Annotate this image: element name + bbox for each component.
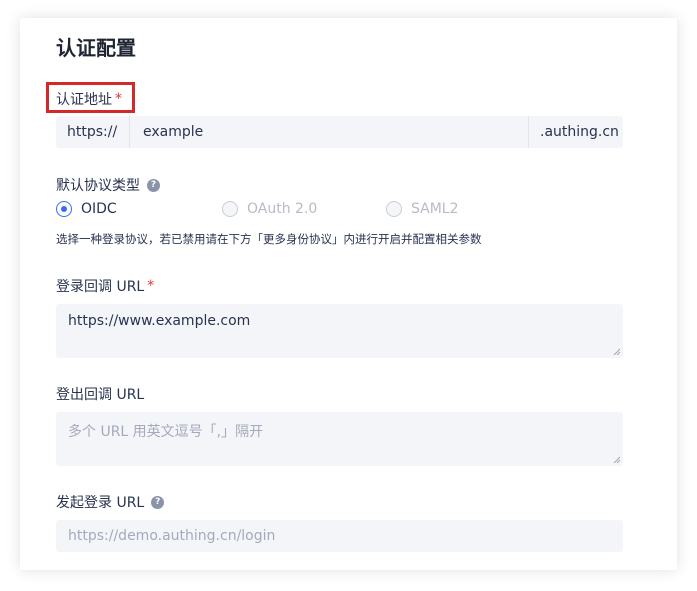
section-title: 认证配置	[56, 36, 136, 60]
login-callback-label: 登录回调 URL *	[56, 276, 154, 296]
resize-handle-icon[interactable]	[613, 456, 620, 463]
resize-handle-icon[interactable]	[613, 348, 620, 355]
initiate-login-label-text: 发起登录 URL	[56, 495, 145, 511]
login-callback-value: https://www.example.com	[68, 313, 251, 329]
logout-callback-placeholder: 多个 URL 用英文逗号「,」隔开	[68, 424, 264, 440]
radio-unchecked-icon	[386, 201, 402, 217]
radio-unchecked-icon	[222, 201, 238, 217]
logout-callback-label-text: 登出回调 URL	[56, 387, 145, 403]
required-mark: *	[115, 91, 122, 107]
url-suffix-addon: .authing.cn	[528, 116, 623, 148]
logout-callback-label: 登出回调 URL	[56, 384, 144, 404]
logout-callback-textarea[interactable]: 多个 URL 用英文逗号「,」隔开	[56, 412, 623, 466]
required-mark: *	[147, 278, 155, 294]
radio-oauth2-label: OAuth 2.0	[247, 201, 318, 217]
url-prefix-addon: https://	[56, 116, 130, 148]
radio-oidc-label: OIDC	[81, 201, 117, 217]
login-callback-label-text: 登录回调 URL	[56, 279, 145, 295]
auth-address-input[interactable]: example	[130, 116, 528, 148]
auth-address-label-text: 认证地址	[56, 92, 112, 108]
initiate-login-placeholder: https://demo.authing.cn/login	[68, 528, 276, 544]
initiate-login-label: 发起登录 URL ?	[56, 492, 165, 512]
radio-saml2-label: SAML2	[411, 201, 459, 217]
question-help-icon[interactable]: ?	[151, 495, 165, 509]
radio-oidc[interactable]: OIDC	[56, 201, 117, 217]
radio-checked-icon	[56, 201, 72, 217]
radio-oauth2[interactable]: OAuth 2.0	[222, 201, 317, 217]
question-help-icon[interactable]: ?	[147, 178, 160, 192]
protocol-label: 默认协议类型 ?	[56, 175, 160, 195]
protocol-hint: 选择一种登录协议，若已禁用请在下方「更多身份协议」内进行开启并配置相关参数	[56, 232, 482, 246]
auth-config-card: 认证配置 认证地址 * https:// example .authing.cn…	[20, 18, 677, 570]
auth-address-label: 认证地址 *	[56, 89, 122, 109]
radio-saml2[interactable]: SAML2	[386, 201, 459, 217]
protocol-radio-group: OIDC OAuth 2.0 SAML2	[56, 201, 616, 219]
protocol-label-text: 默认协议类型	[56, 178, 140, 194]
initiate-login-input[interactable]: https://demo.authing.cn/login	[56, 520, 623, 552]
auth-address-input-group: https:// example .authing.cn	[56, 116, 623, 148]
login-callback-textarea[interactable]: https://www.example.com	[56, 304, 623, 358]
